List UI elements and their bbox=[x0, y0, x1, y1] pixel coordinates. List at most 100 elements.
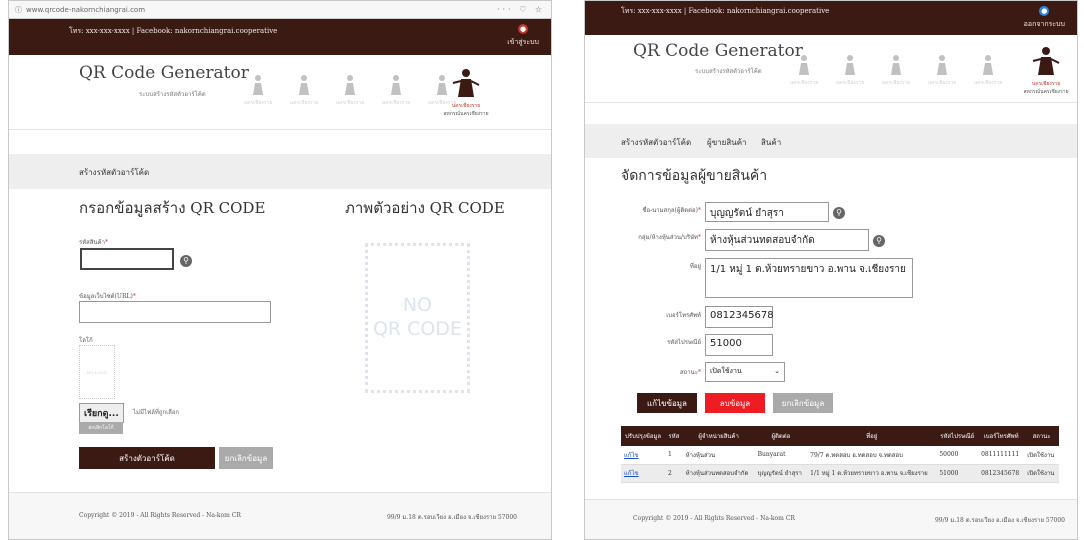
table-cell: 2 bbox=[665, 464, 683, 483]
logout-label: ออกจากระบบ bbox=[1023, 20, 1065, 28]
table-cell: 51000 bbox=[936, 464, 979, 483]
product-code-label: รหัสสินค้า* bbox=[79, 239, 108, 246]
browser-address-bar[interactable]: ⓘ www.qrcode-nakornchiangrai.com ··· ♡ ☆ bbox=[9, 1, 551, 19]
contact-info: โทร: xxx-xxx-xxxx | Facebook: nakornchia… bbox=[621, 7, 830, 15]
col-header: ผู้จำหน่ายสินค้า bbox=[682, 426, 755, 446]
table-header-row: ปรับปรุงข้อมูล รหัส ผู้จำหน่ายสินค้า ผู้… bbox=[621, 426, 1059, 446]
info-icon: ⓘ bbox=[15, 5, 22, 14]
phone-input[interactable]: 0812345678 bbox=[705, 306, 774, 328]
status-value: เปิดใช้งาน bbox=[710, 367, 742, 375]
edit-button[interactable]: แก้ไขข้อมูล bbox=[637, 393, 697, 413]
nav-products[interactable]: สินค้า bbox=[761, 136, 781, 149]
figure-image: นครเชียงราย bbox=[239, 73, 277, 107]
figure-image: นครเชียงราย bbox=[831, 53, 869, 87]
table-cell: 0812345678 bbox=[978, 464, 1025, 483]
clear-logo-button[interactable]: ยกเลิกโลโก้ bbox=[79, 422, 123, 434]
col-header: รหัส bbox=[665, 426, 683, 446]
col-header: เบอร์โทรศัพท์ bbox=[978, 426, 1025, 446]
search-icon[interactable]: ⚲ bbox=[180, 255, 192, 267]
file-status: ไม่มีไฟล์ที่ถูกเลือก bbox=[133, 409, 180, 416]
edit-row-link[interactable]: แก้ไข bbox=[624, 470, 639, 477]
site-footer: Copyright © 2019 - All Rights Reserved -… bbox=[585, 499, 1077, 539]
login-link[interactable]: ● เข้าสู่ระบบ bbox=[507, 24, 539, 48]
site-subtitle: ระบบสร้างรหัสตัวอาร์โค้ด bbox=[695, 68, 762, 75]
vendor-table: ปรับปรุงข้อมูล รหัส ผู้จำหน่ายสินค้า ผู้… bbox=[621, 426, 1059, 483]
logout-link[interactable]: ● ออกจากระบบ bbox=[1024, 6, 1065, 30]
browser-tools-icon[interactable]: ··· ♡ ☆ bbox=[497, 5, 545, 14]
browser-url[interactable]: www.qrcode-nakornchiangrai.com bbox=[26, 6, 497, 14]
footer-copyright: Copyright © 2019 - All Rights Reserved -… bbox=[633, 515, 795, 522]
product-code-input[interactable] bbox=[80, 248, 174, 270]
address-textarea[interactable]: 1/1 หมู่ 1 ต.ห้วยทรายขาว อ.พาน จ.เชียงรา… bbox=[705, 258, 913, 298]
figure-image: นครเชียงราย bbox=[377, 73, 415, 107]
table-row: แก้ไข 1 ห้างหุ้นส่วน Bunyarat 79/7 ต.ทดส… bbox=[621, 446, 1059, 465]
address-label: ที่อยู่ bbox=[689, 263, 701, 270]
vendor-management-screen: โทร: xxx-xxx-xxxx | Facebook: nakornchia… bbox=[584, 0, 1078, 540]
footer-address: 99/9 ม.18 ต.รอบเวียง อ.เมือง จ.เชียงราย … bbox=[934, 517, 1065, 524]
cooperative-logo: นครเชียงราย สหกรณ์นครเชียงราย bbox=[441, 67, 491, 118]
table-cell: เปิดใช้งาน bbox=[1024, 446, 1059, 465]
contact-name-input[interactable]: บุญญรัตน์ ยำสุรา bbox=[705, 202, 829, 222]
table-cell: ห้างหุ้นส่วนทดสอบจำกัด bbox=[682, 464, 755, 483]
cancel-data-button[interactable]: ยกเลิกข้อมูล bbox=[219, 447, 273, 469]
contact-info: โทร: xxx-xxx-xxxx | Facebook: nakornchia… bbox=[69, 27, 278, 35]
browse-button[interactable]: เรียกดู... bbox=[79, 403, 124, 423]
url-input[interactable] bbox=[79, 301, 271, 323]
top-contact-bar: โทร: xxx-xxx-xxxx | Facebook: nakornchia… bbox=[9, 19, 551, 55]
company-label: กลุ่ม/ห้างหุ้นส่วน/บริษัท* bbox=[638, 234, 701, 241]
user-icon: ● bbox=[518, 24, 529, 34]
nav-create-qr[interactable]: สร้างรหัสตัวอาร์โค้ด bbox=[79, 166, 149, 179]
status-select[interactable]: เปิดใช้งาน ⌄ bbox=[705, 362, 785, 382]
qr-generator-screen: ⓘ www.qrcode-nakornchiangrai.com ··· ♡ ☆… bbox=[8, 0, 552, 540]
main-nav: สร้างรหัสตัวอาร์โค้ด ผู้ขายสินค้า สินค้า bbox=[585, 124, 1077, 158]
login-label: เข้าสู่ระบบ bbox=[507, 38, 539, 46]
status-label: สถานะ* bbox=[680, 369, 701, 376]
site-header: QR Code Generator ระบบสร้างรหัสตัวอาร์โค… bbox=[9, 55, 551, 130]
col-header: รหัสไปรษณีย์ bbox=[936, 426, 979, 446]
company-input[interactable]: ห้างหุ้นส่วนทดสอบจำกัด bbox=[705, 229, 869, 251]
table-cell: 0811111111 bbox=[978, 446, 1025, 465]
logo-label: โลโก้ bbox=[79, 337, 93, 344]
figure-image: นครเชียงราย bbox=[877, 53, 915, 87]
nav-vendors[interactable]: ผู้ขายสินค้า bbox=[707, 136, 747, 149]
site-title: QR Code Generator bbox=[79, 63, 249, 83]
cancel-button[interactable]: ยกเลิกข้อมูล bbox=[773, 393, 833, 413]
nav-create-qr[interactable]: สร้างรหัสตัวอาร์โค้ด bbox=[621, 136, 691, 149]
site-footer: Copyright © 2019 - All Rights Reserved -… bbox=[9, 492, 551, 539]
user-icon: ● bbox=[1039, 6, 1050, 16]
form-heading: กรอกข้อมูลสร้าง QR CODE bbox=[79, 199, 266, 217]
main-nav: สร้างรหัสตัวอาร์โค้ด bbox=[9, 154, 551, 189]
preview-no-label: NO bbox=[402, 294, 433, 317]
zip-input[interactable]: 51000 bbox=[705, 334, 773, 356]
col-header: ปรับปรุงข้อมูล bbox=[621, 426, 666, 446]
figure-image: นครเชียงราย bbox=[285, 73, 323, 107]
table-cell: เปิดใช้งาน bbox=[1024, 464, 1059, 483]
table-cell: บุญญรัตน์ ยำสุรา bbox=[754, 464, 808, 483]
header-figure-gallery: นครเชียงราย นครเชียงราย นครเชียงราย นครเ… bbox=[239, 73, 461, 107]
qr-preview: NO QR CODE bbox=[365, 243, 470, 393]
col-header: ผู้ติดต่อ bbox=[754, 426, 808, 446]
table-cell: 1/1 หมู่ 1 ต.ห้วยทรายขาว อ.พาน จ.เชียงรา… bbox=[807, 464, 937, 483]
site-subtitle: ระบบสร้างรหัสตัวอาร์โค้ด bbox=[139, 91, 206, 98]
chevron-down-icon: ⌄ bbox=[774, 367, 780, 375]
col-header: ที่อยู่ bbox=[807, 426, 937, 446]
table-cell: 50000 bbox=[936, 446, 979, 465]
site-header: QR Code Generator ระบบสร้างรหัสตัวอาร์โค… bbox=[585, 35, 1077, 103]
table-cell: 79/7 ต.ทดสอบ อ.ทดสอบ จ.ทดสอบ bbox=[807, 446, 937, 465]
preview-heading: ภาพตัวอย่าง QR CODE bbox=[345, 199, 505, 217]
table-row: แก้ไข 2 ห้างหุ้นส่วนทดสอบจำกัด บุญญรัตน์… bbox=[621, 464, 1059, 483]
figure-image: นครเชียงราย bbox=[923, 53, 961, 87]
figure-image: นครเชียงราย bbox=[331, 73, 369, 107]
table-cell: ห้างหุ้นส่วน bbox=[682, 446, 755, 465]
table-cell: 1 bbox=[665, 446, 683, 465]
table-cell: Bunyarat bbox=[754, 446, 808, 465]
delete-button[interactable]: ลบข้อมูล bbox=[705, 393, 765, 413]
col-header: สถานะ bbox=[1024, 426, 1059, 446]
create-qr-button[interactable]: สร้างตัวอาร์โค้ด bbox=[79, 447, 215, 469]
phone-label: เบอร์โทรศัพท์ bbox=[666, 312, 701, 319]
search-icon[interactable]: ⚲ bbox=[833, 207, 845, 219]
edit-row-link[interactable]: แก้ไข bbox=[624, 452, 639, 459]
top-contact-bar: โทร: xxx-xxx-xxxx | Facebook: nakornchia… bbox=[585, 1, 1077, 35]
figure-image: นครเชียงราย bbox=[969, 53, 1007, 87]
search-icon[interactable]: ⚲ bbox=[873, 235, 885, 247]
